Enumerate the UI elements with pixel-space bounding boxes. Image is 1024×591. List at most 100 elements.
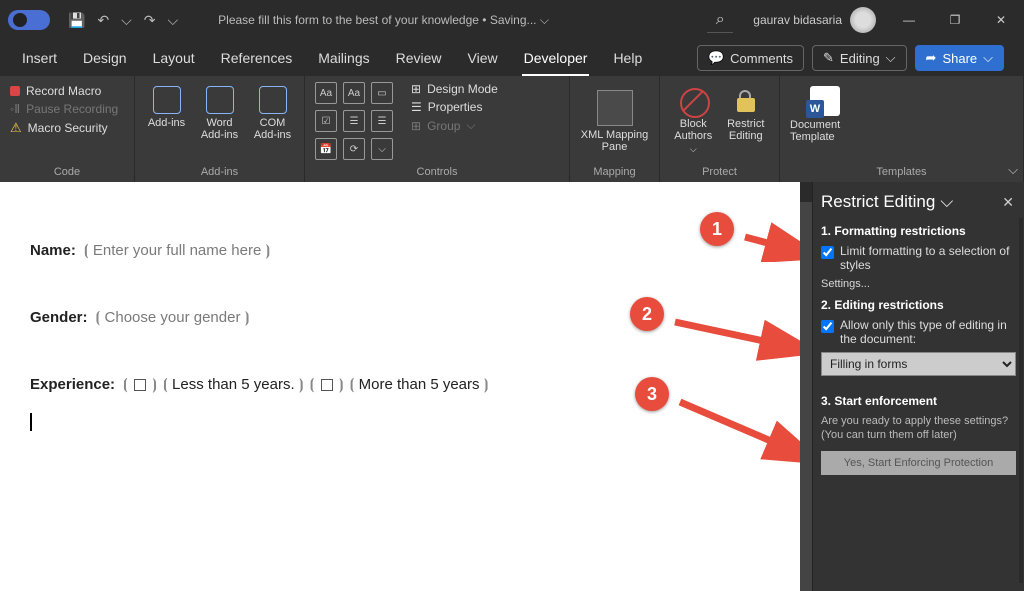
annotation-2: 2 xyxy=(630,297,664,331)
date-control-icon[interactable]: 📅 xyxy=(315,138,337,160)
addins-icon xyxy=(153,86,181,114)
bracket-icon: ⦗ xyxy=(161,376,170,393)
qat-dropdown-icon[interactable]: ⌵ xyxy=(168,12,179,29)
group-label-code: Code xyxy=(10,164,124,180)
com-addins-button[interactable]: COM Add-ins xyxy=(251,86,294,141)
group-icon: ⊞ xyxy=(411,119,421,133)
gender-label: Gender: xyxy=(30,309,88,326)
tab-design[interactable]: Design xyxy=(81,46,129,70)
checkbox-control[interactable] xyxy=(134,379,146,391)
checkbox-control-icon[interactable]: ☑ xyxy=(315,110,337,132)
tab-developer[interactable]: Developer xyxy=(522,46,590,70)
annotation-number: 1 xyxy=(700,212,734,246)
checkbox-control[interactable] xyxy=(321,379,333,391)
xml-mapping-button[interactable]: XML Mapping Pane xyxy=(580,129,649,153)
restrict-editing-icon xyxy=(731,86,761,116)
controls-gallery[interactable]: Aa Aa ▭ ☑ ☰ ☰ 📅 ⟳ ⌵ xyxy=(315,82,393,160)
group-button[interactable]: ⊞Group ⌵ xyxy=(411,118,498,133)
document-template-icon xyxy=(810,86,840,116)
group-protect: Block Authors⌵ Restrict Editing Protect xyxy=(660,76,780,182)
addins-button[interactable]: Add-ins xyxy=(145,86,188,141)
bracket-icon: ⦗ xyxy=(94,309,103,326)
macro-security-button[interactable]: ⚠Macro Security xyxy=(10,118,124,138)
redo-icon[interactable]: ↷ xyxy=(144,12,156,29)
rich-text-control-icon[interactable]: Aa xyxy=(315,82,337,104)
share-button[interactable]: ➦Share⌵ xyxy=(915,45,1004,71)
restore-button[interactable]: ❐ xyxy=(932,0,978,40)
limit-formatting-checkbox[interactable]: Limit formatting to a selection of style… xyxy=(821,244,1016,272)
autosave-toggle[interactable] xyxy=(8,10,50,30)
picture-control-icon[interactable]: ▭ xyxy=(371,82,393,104)
formatting-settings-link[interactable]: Settings... xyxy=(821,278,1016,290)
name-content-control[interactable]: Enter your full name here xyxy=(93,242,261,259)
title-dropdown-icon[interactable]: ⌵ xyxy=(540,13,549,27)
group-label-protect: Protect xyxy=(670,164,769,180)
window-controls: — ❐ ✕ xyxy=(886,0,1024,40)
document-canvas[interactable]: Name: ⦗ Enter your full name here ⦘ Gend… xyxy=(0,182,812,591)
editing-type-select[interactable]: Filling in forms xyxy=(821,352,1016,376)
gender-content-control[interactable]: Choose your gender xyxy=(105,309,241,326)
experience-label: Experience: xyxy=(30,376,115,393)
allow-only-input[interactable] xyxy=(821,320,834,333)
workspace: Name: ⦗ Enter your full name here ⦘ Gend… xyxy=(0,182,1024,591)
group-addins: Add-ins Word Add-ins COM Add-ins Add-ins xyxy=(135,76,305,182)
legacy-control-icon[interactable]: ⌵ xyxy=(371,138,393,160)
group-label-mapping: Mapping xyxy=(593,164,635,180)
tab-layout[interactable]: Layout xyxy=(151,46,197,70)
tab-review[interactable]: Review xyxy=(394,46,444,70)
allow-only-checkbox[interactable]: Allow only this type of editing in the d… xyxy=(821,318,1016,346)
xml-mapping-icon xyxy=(597,90,633,126)
scrollbar-thumb[interactable] xyxy=(800,182,812,202)
minimize-button[interactable]: — xyxy=(886,0,932,40)
chevron-down-icon[interactable]: ⌵ xyxy=(940,192,953,212)
properties-button[interactable]: ☰Properties xyxy=(411,100,498,114)
block-authors-button[interactable]: Block Authors⌵ xyxy=(670,86,717,155)
document-scrollbar[interactable] xyxy=(800,182,812,591)
chevron-down-icon: ⌵ xyxy=(983,50,993,66)
start-enforcing-button[interactable]: Yes, Start Enforcing Protection xyxy=(821,451,1016,475)
save-icon[interactable]: 💾 xyxy=(68,12,85,29)
user-name: gaurav bidasaria xyxy=(753,13,842,27)
chevron-down-icon: ⌵ xyxy=(690,144,697,155)
undo-icon[interactable]: ↶ xyxy=(97,12,109,29)
ribbon-collapse-icon[interactable]: ⌵ xyxy=(1008,162,1018,178)
pane-scrollbar[interactable] xyxy=(1019,218,1023,583)
dropdown-control-icon[interactable]: ☰ xyxy=(371,110,393,132)
group-templates: Document Template Templates xyxy=(780,76,1024,182)
group-label-templates: Templates xyxy=(790,164,1013,180)
tab-insert[interactable]: Insert xyxy=(20,46,59,70)
annotation-1: 1 xyxy=(700,212,734,246)
ribbon: Record Macro ◦ⅡPause Recording ⚠Macro Se… xyxy=(0,76,1024,182)
comments-button[interactable]: 💬Comments xyxy=(697,45,804,71)
tab-help[interactable]: Help xyxy=(611,46,644,70)
bracket-icon: ⦘ xyxy=(263,242,272,259)
group-code: Record Macro ◦ⅡPause Recording ⚠Macro Se… xyxy=(0,76,135,182)
tab-view[interactable]: View xyxy=(466,46,500,70)
qat: 💾 ↶ ⌵ ↷ ⌵ xyxy=(58,12,188,29)
plain-text-control-icon[interactable]: Aa xyxy=(343,82,365,104)
limit-formatting-input[interactable] xyxy=(821,246,834,259)
undo-dropdown-icon[interactable]: ⌵ xyxy=(121,12,132,29)
text-cursor xyxy=(30,413,32,431)
user-account[interactable]: gaurav bidasaria xyxy=(753,7,876,33)
tab-references[interactable]: References xyxy=(219,46,295,70)
bracket-icon: ⦗ xyxy=(121,376,130,393)
combo-control-icon[interactable]: ☰ xyxy=(343,110,365,132)
design-mode-button[interactable]: ⊞Design Mode xyxy=(411,82,498,96)
editing-mode-button[interactable]: ✎Editing⌵ xyxy=(812,45,907,71)
repeat-control-icon[interactable]: ⟳ xyxy=(343,138,365,160)
chevron-down-icon: ⌵ xyxy=(886,50,896,66)
document-template-button[interactable]: Document Template xyxy=(790,82,860,143)
tab-mailings[interactable]: Mailings xyxy=(316,46,371,70)
word-addins-icon xyxy=(206,86,234,114)
chevron-down-icon: ⌵ xyxy=(466,118,475,133)
line-name: Name: ⦗ Enter your full name here ⦘ xyxy=(30,242,782,259)
word-addins-button[interactable]: Word Add-ins xyxy=(198,86,241,141)
bracket-icon: ⦘ xyxy=(242,309,251,326)
record-macro-button[interactable]: Record Macro xyxy=(10,82,124,100)
record-icon xyxy=(10,86,20,96)
search-box[interactable]: ⌕ xyxy=(707,7,733,33)
restrict-editing-button[interactable]: Restrict Editing xyxy=(723,86,770,155)
pane-close-button[interactable]: ✕ xyxy=(1002,194,1014,211)
close-button[interactable]: ✕ xyxy=(978,0,1024,40)
